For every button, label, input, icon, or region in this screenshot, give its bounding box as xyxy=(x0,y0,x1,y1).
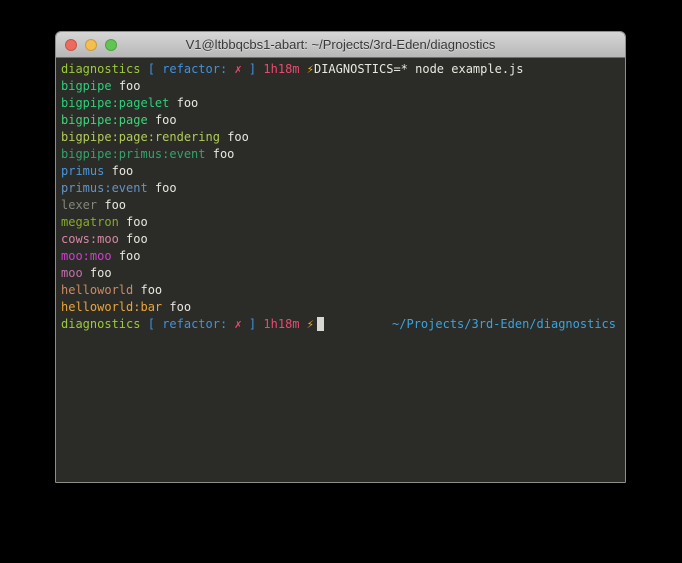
terminal-cursor xyxy=(317,317,324,331)
log-namespace: bigpipe:primus:event xyxy=(61,147,206,161)
zoom-button[interactable] xyxy=(105,39,117,51)
log-namespace: lexer xyxy=(61,198,97,212)
log-line: bigpipe:pagelet foo xyxy=(61,95,619,112)
minimize-button[interactable] xyxy=(85,39,97,51)
log-line: bigpipe:page:rendering foo xyxy=(61,129,619,146)
log-namespace: primus:event xyxy=(61,181,148,195)
prompt-bracket-open: [ xyxy=(148,62,155,76)
prompt-dirty-mark: ✗ xyxy=(234,62,241,76)
prompt-bracket-close: ] xyxy=(249,317,256,331)
log-message: foo xyxy=(177,96,199,110)
terminal-screen[interactable]: diagnostics [ refactor: ✗ ] 1h18m ⚡DIAGN… xyxy=(56,58,625,481)
log-line: lexer foo xyxy=(61,197,619,214)
traffic-lights xyxy=(65,32,117,57)
log-line: helloworld:bar foo xyxy=(61,299,619,316)
log-message: foo xyxy=(155,181,177,195)
log-namespace: primus xyxy=(61,164,104,178)
log-line: helloworld foo xyxy=(61,282,619,299)
log-message: foo xyxy=(119,79,141,93)
log-message: foo xyxy=(227,130,249,144)
prompt-dirty-mark: ✗ xyxy=(234,317,241,331)
log-line: bigpipe foo xyxy=(61,78,619,95)
log-message: foo xyxy=(213,147,235,161)
log-line: cows:moo foo xyxy=(61,231,619,248)
lightning-icon: ⚡ xyxy=(307,62,314,76)
log-namespace: bigpipe xyxy=(61,79,112,93)
log-line: primus foo xyxy=(61,163,619,180)
log-namespace: moo xyxy=(61,266,83,280)
cwd-path: ~/Projects/3rd-Eden/diagnostics xyxy=(392,316,616,333)
log-line: bigpipe:page foo xyxy=(61,112,619,129)
log-message: foo xyxy=(112,164,134,178)
prompt-name: diagnostics xyxy=(61,62,140,76)
prompt-branch: refactor: xyxy=(162,317,227,331)
titlebar[interactable]: V1@ltbbqcbs1-abart: ~/Projects/3rd-Eden/… xyxy=(56,32,625,58)
log-namespace: helloworld:bar xyxy=(61,300,162,314)
window-title: V1@ltbbqcbs1-abart: ~/Projects/3rd-Eden/… xyxy=(186,37,496,52)
log-namespace: helloworld xyxy=(61,283,133,297)
log-message: foo xyxy=(155,113,177,127)
prompt-time: 1h18m xyxy=(263,62,299,76)
log-message: foo xyxy=(169,300,191,314)
close-button[interactable] xyxy=(65,39,77,51)
prompt-line: diagnostics [ refactor: ✗ ] 1h18m ⚡DIAGN… xyxy=(61,61,619,78)
prompt-name: diagnostics xyxy=(61,317,140,331)
log-namespace: cows:moo xyxy=(61,232,119,246)
terminal-log: bigpipe foo bigpipe:pagelet foo bigpipe:… xyxy=(61,78,619,316)
prompt-line-2: diagnostics [ refactor: ✗ ] 1h18m ⚡ ~/Pro… xyxy=(61,316,619,333)
log-namespace: moo:moo xyxy=(61,249,112,263)
log-message: foo xyxy=(119,249,141,263)
prompt-bracket-close: ] xyxy=(249,62,256,76)
log-line: moo:moo foo xyxy=(61,248,619,265)
prompt-bracket-open: [ xyxy=(148,317,155,331)
prompt-time: 1h18m xyxy=(263,317,299,331)
log-message: foo xyxy=(140,283,162,297)
terminal-window: V1@ltbbqcbs1-abart: ~/Projects/3rd-Eden/… xyxy=(55,31,626,483)
log-namespace: bigpipe:pagelet xyxy=(61,96,169,110)
log-message: foo xyxy=(90,266,112,280)
lightning-icon: ⚡ xyxy=(307,317,314,331)
log-line: bigpipe:primus:event foo xyxy=(61,146,619,163)
log-line: primus:event foo xyxy=(61,180,619,197)
command-text: DIAGNOSTICS=* node example.js xyxy=(314,62,524,76)
prompt-branch: refactor: xyxy=(162,62,227,76)
log-line: megatron foo xyxy=(61,214,619,231)
log-message: foo xyxy=(104,198,126,212)
log-message: foo xyxy=(126,215,148,229)
log-namespace: bigpipe:page xyxy=(61,113,148,127)
log-line: moo foo xyxy=(61,265,619,282)
log-namespace: megatron xyxy=(61,215,119,229)
log-message: foo xyxy=(126,232,148,246)
log-namespace: bigpipe:page:rendering xyxy=(61,130,220,144)
